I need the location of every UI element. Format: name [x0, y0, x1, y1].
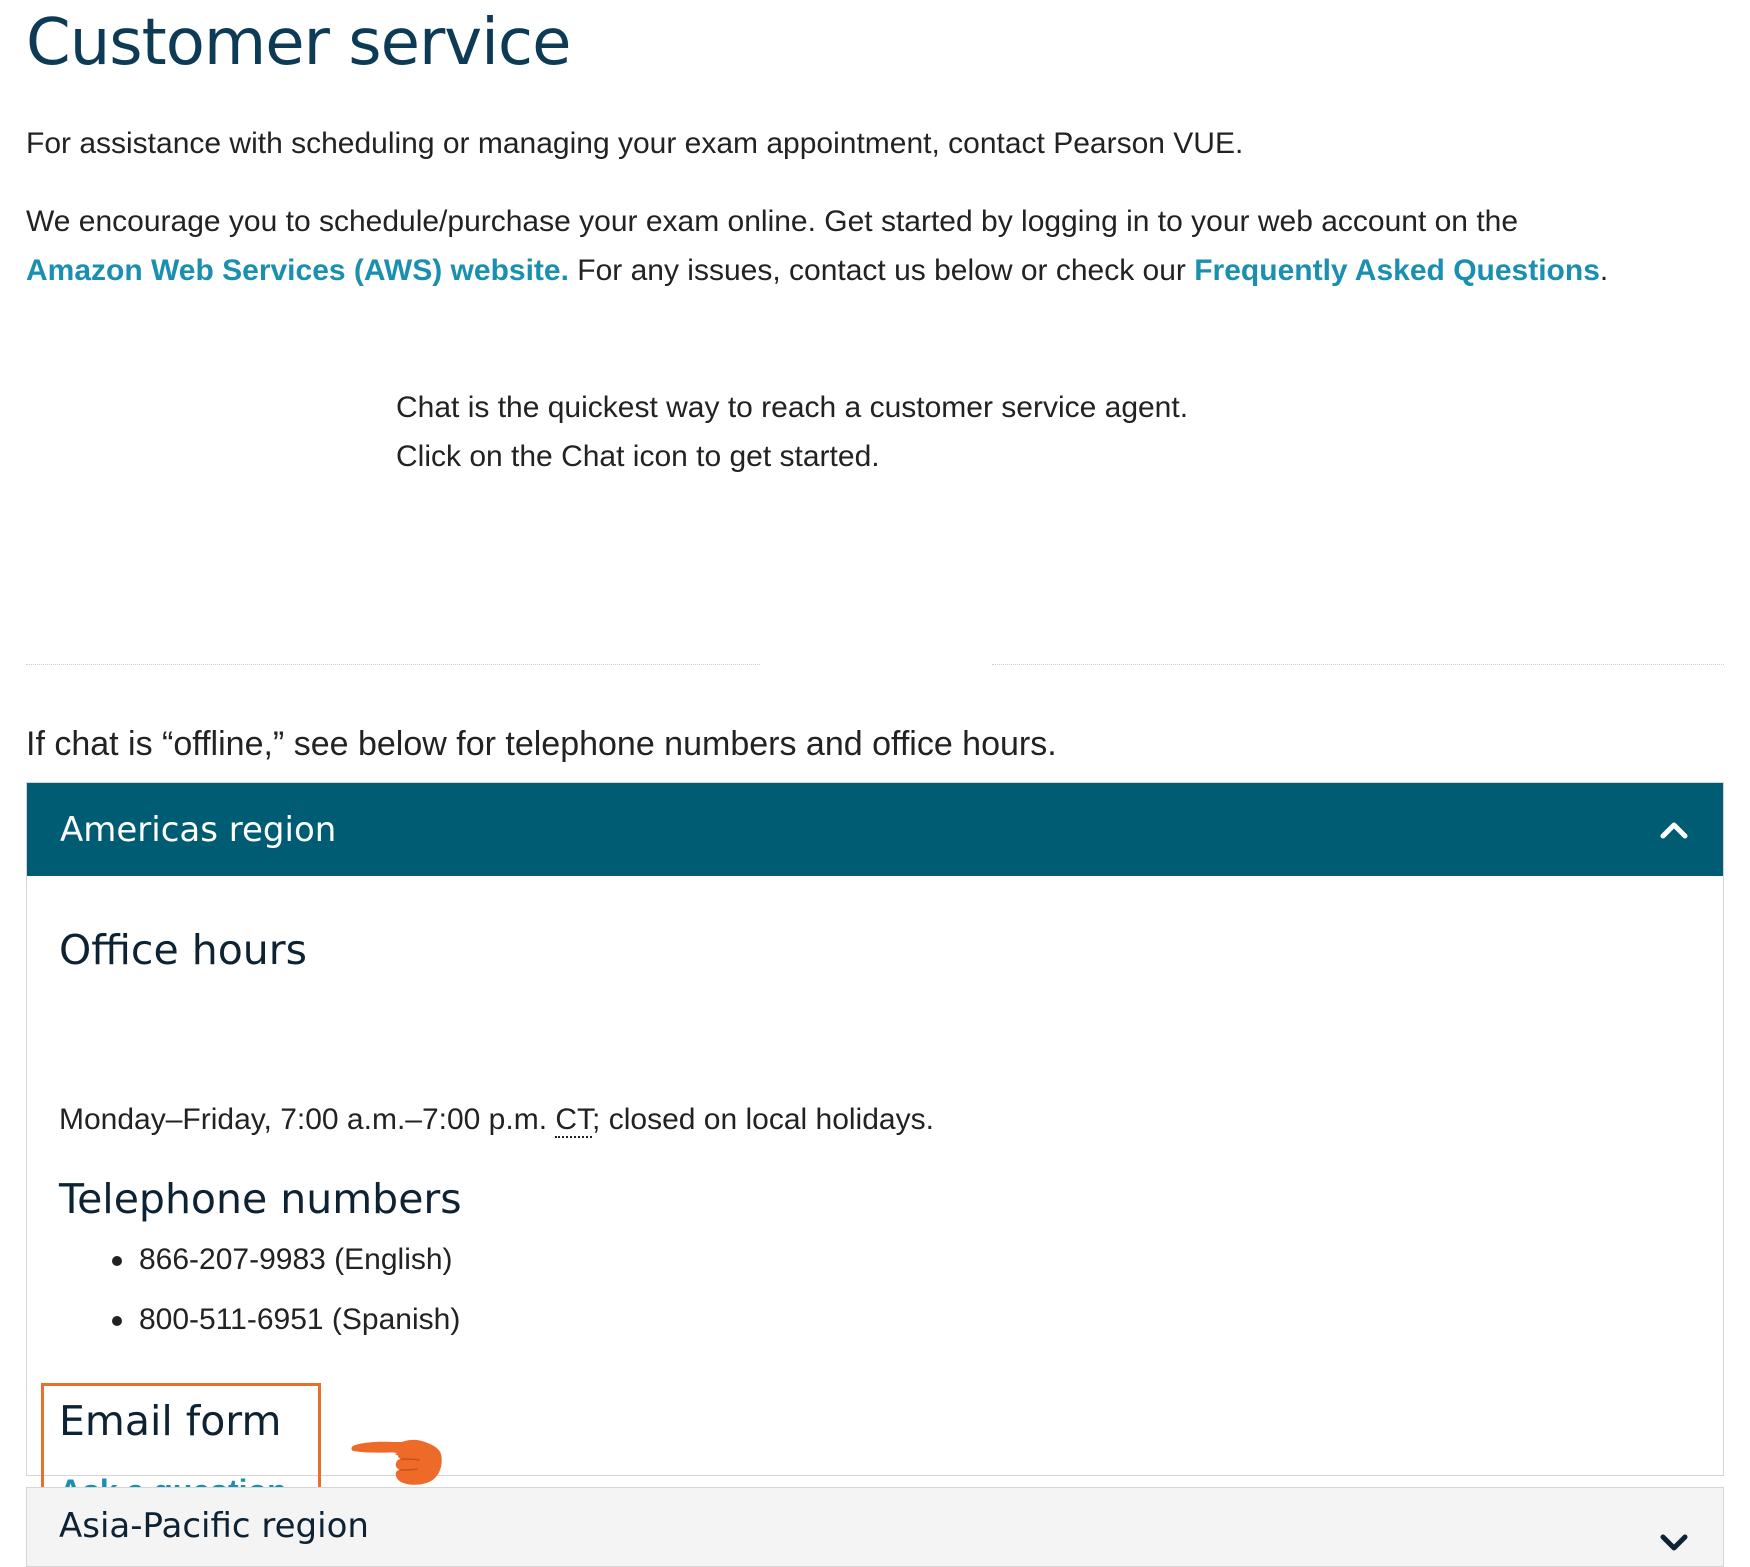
intro-schedule-text: We encourage you to schedule/purchase yo…: [26, 205, 1519, 238]
timezone-abbr: CT: [555, 1103, 593, 1138]
pointing-hand-icon: [349, 1428, 463, 1492]
chat-note: Chat is the quickest way to reach a cust…: [396, 383, 1188, 481]
telephone-numbers-heading: Telephone numbers: [59, 1175, 462, 1223]
chat-note-line2: Click on the Chat icon to get started.: [396, 440, 880, 473]
phone-item-english: 866-207-9983 (English): [59, 1240, 460, 1300]
americas-region-title: Americas region: [60, 809, 337, 850]
intro-period: .: [1599, 254, 1609, 287]
divider-right: [992, 664, 1724, 665]
phone-spanish: 800-511-6951 (Spanish): [139, 1303, 461, 1336]
chevron-up-icon[interactable]: [1659, 815, 1689, 845]
offline-note: If chat is “offline,” see below for tele…: [26, 725, 1057, 763]
intro-schedule-paragraph: We encourage you to schedule/purchase yo…: [26, 197, 1726, 295]
phone-item-spanish: 800-511-6951 (Spanish): [59, 1300, 460, 1360]
phone-list: 866-207-9983 (English) 800-511-6951 (Spa…: [59, 1240, 460, 1360]
asia-pacific-region-title: Asia-Pacific region: [59, 1506, 369, 1546]
chat-note-line1: Chat is the quickest way to reach a cust…: [396, 391, 1189, 424]
intro-issues-text: For any issues, contact us below or chec…: [568, 254, 1195, 287]
bullet-dot: [112, 1256, 122, 1266]
chevron-down-icon[interactable]: [1659, 1528, 1689, 1558]
aws-website-link[interactable]: Amazon Web Services (AWS) website.: [26, 254, 569, 287]
office-hours-days: Monday–Friday, 7:00 a.m.–7:00 p.m.: [59, 1103, 556, 1136]
americas-region-accordion: Americas region Office hours Monday–Frid…: [26, 782, 1724, 1533]
phone-english: 866-207-9983 (English): [139, 1243, 453, 1276]
office-hours-text: Monday–Friday, 7:00 a.m.–7:00 p.m. CT; c…: [59, 1100, 934, 1140]
americas-region-header[interactable]: Americas region: [27, 783, 1723, 876]
page-title: Customer service: [26, 6, 571, 80]
asia-pacific-region-accordion[interactable]: Asia-Pacific region: [26, 1487, 1724, 1567]
bullet-dot: [112, 1316, 122, 1326]
faq-link[interactable]: Frequently Asked Questions: [1194, 254, 1600, 287]
intro-assistance-text: For assistance with scheduling or managi…: [26, 127, 1244, 160]
divider-left: [26, 664, 760, 665]
email-form-heading: Email form: [59, 1397, 282, 1445]
intro-schedule-line2: Amazon Web Services (AWS) website. For a…: [26, 246, 1726, 295]
office-hours-holidays: ; closed on local holidays.: [592, 1103, 934, 1136]
office-hours-heading: Office hours: [59, 926, 307, 974]
